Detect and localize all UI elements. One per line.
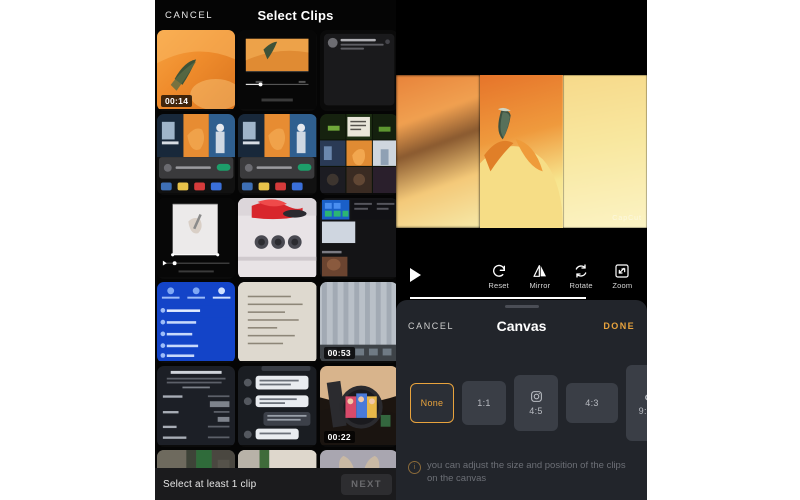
ratio-label: 4:5 xyxy=(529,405,543,416)
clip-duration: 00:14 xyxy=(161,95,193,107)
canvas-hint: i you can adjust the size and position o… xyxy=(408,460,637,486)
preview-segment-center xyxy=(479,75,564,228)
instagram-icon xyxy=(530,390,542,402)
clip-thumbnail[interactable] xyxy=(238,30,317,111)
pumpkin-body-icon xyxy=(479,139,564,228)
ratio-option-4-5[interactable]: 4:5 xyxy=(514,374,558,431)
preview-canvas xyxy=(396,75,647,228)
clip-thumbnail[interactable]: 00:14 xyxy=(157,30,236,111)
ratio-label: 4:3 xyxy=(585,397,599,408)
canvas-sheet-header: CANCEL Canvas DONE xyxy=(396,312,647,340)
clip-duration: 00:53 xyxy=(323,347,355,359)
clip-thumbnail[interactable] xyxy=(157,114,236,195)
clip-thumbnail[interactable] xyxy=(238,198,317,279)
clip-grid[interactable]: 00:14 00:53 00:22 xyxy=(155,30,400,500)
reset-icon xyxy=(492,264,505,277)
mirror-button[interactable]: Mirror xyxy=(519,263,560,290)
ratio-option-none[interactable]: None xyxy=(410,382,454,423)
watermark: CapCut xyxy=(612,215,642,222)
clip-thumbnail[interactable] xyxy=(238,114,317,195)
canvas-sheet: CANCEL Canvas DONE None 1:1 4:5 4:3 9: i… xyxy=(396,300,647,500)
mirror-label: Mirror xyxy=(529,281,551,290)
clip-thumbnail[interactable]: 00:53 xyxy=(319,282,398,363)
clip-thumbnail[interactable] xyxy=(319,198,398,279)
clip-thumbnail[interactable]: 00:22 xyxy=(319,366,398,447)
ratio-label: None xyxy=(420,397,444,408)
zoom-label: Zoom xyxy=(612,281,633,290)
mirror-icon xyxy=(533,265,546,277)
handwriting-note-icon xyxy=(238,282,317,362)
red-shoe-screen-icon xyxy=(238,198,317,278)
tool-buttons: Reset Mirror Rotate Zoom xyxy=(478,263,643,290)
editor-panel: CapCut Reset Mirror Rotate Zoom CANCEL C… xyxy=(396,0,647,500)
editor-toolbar: Reset Mirror Rotate Zoom xyxy=(396,255,647,303)
canvas-cancel-button[interactable]: CANCEL xyxy=(408,321,454,331)
select-clips-header: CANCEL Select Clips xyxy=(155,0,400,30)
rotate-button[interactable]: Rotate xyxy=(561,263,602,290)
reset-label: Reset xyxy=(488,281,509,290)
clip-thumbnail[interactable] xyxy=(238,282,317,363)
video-player-screen-icon xyxy=(238,30,317,110)
clip-thumbnail[interactable] xyxy=(157,366,236,447)
clip-thumbnail[interactable] xyxy=(157,198,236,279)
clip-thumbnail[interactable] xyxy=(157,282,236,363)
clip-thumbnail[interactable] xyxy=(238,366,317,447)
sheet-drag-handle[interactable] xyxy=(504,305,539,308)
blue-accounts-screen-icon xyxy=(157,282,236,362)
aspect-ratio-list[interactable]: None 1:1 4:5 4:3 9: xyxy=(396,360,647,445)
social-post-screen-icon xyxy=(319,30,398,110)
gallery-share-screen-icon xyxy=(157,114,236,194)
ratio-option-1-1[interactable]: 1:1 xyxy=(462,380,506,425)
clip-duration: 00:22 xyxy=(323,431,355,443)
video-preview[interactable]: CapCut xyxy=(396,75,647,228)
media-info-dark-screen-icon xyxy=(157,366,236,446)
ratio-option-4-3[interactable]: 4:3 xyxy=(566,382,618,423)
select-clips-footer: Select at least 1 clip NEXT xyxy=(155,468,400,500)
rotate-label: Rotate xyxy=(569,281,593,290)
photo-grid-screen-icon xyxy=(319,114,398,194)
ratio-label: 9:16 xyxy=(638,406,647,416)
chat-messages-screen-icon xyxy=(238,366,317,446)
clip-thumbnail[interactable] xyxy=(319,30,398,111)
preview-segment-right xyxy=(563,75,647,228)
canvas-hint-text: you can adjust the size and position of … xyxy=(427,460,626,485)
ratio-label: 1:1 xyxy=(477,397,491,408)
hand-drawing-screen-icon xyxy=(157,198,236,278)
info-icon: i xyxy=(408,461,421,475)
page-title: Select Clips xyxy=(257,7,334,23)
clip-thumbnail[interactable] xyxy=(319,114,398,195)
playback-progress-bar[interactable] xyxy=(410,297,586,299)
canvas-done-button[interactable]: DONE xyxy=(603,321,635,331)
zoom-button[interactable]: Zoom xyxy=(602,263,643,290)
rotate-icon xyxy=(575,264,587,278)
ratio-option-9-16[interactable]: 9:16 xyxy=(626,364,647,441)
settings-list-screen-icon xyxy=(319,198,398,278)
select-clips-panel: CANCEL Select Clips 00:14 00:53 00:22 Se… xyxy=(155,0,400,500)
play-button[interactable] xyxy=(410,268,421,282)
next-button[interactable]: NEXT xyxy=(341,473,392,495)
reset-button[interactable]: Reset xyxy=(478,263,519,290)
tiktok-icon xyxy=(644,394,647,401)
gallery-share-screen-icon xyxy=(238,114,317,194)
zoom-icon xyxy=(615,264,629,278)
footer-hint: Select at least 1 clip xyxy=(163,478,257,490)
preview-segment-left xyxy=(396,75,480,228)
screenshot-root: CANCEL Select Clips 00:14 00:53 00:22 Se… xyxy=(0,0,800,500)
